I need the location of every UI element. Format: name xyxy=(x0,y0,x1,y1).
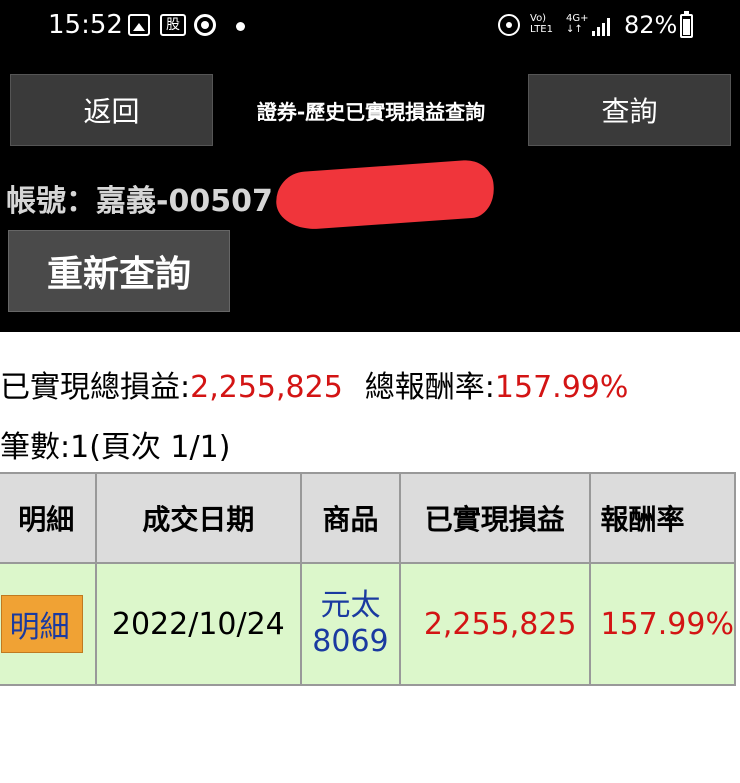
results-table: 明細 成交日期 商品 已實現損益 報酬率 明細 2022/10/24 元太 80… xyxy=(0,472,736,686)
col-header-date: 成交日期 xyxy=(94,472,303,564)
account-value: 嘉義-00507 xyxy=(96,184,273,219)
page-title: 證券-歷史已實現損益查詢 xyxy=(256,99,486,124)
table-header-row: 明細 成交日期 商品 已實現損益 報酬率 xyxy=(0,472,736,564)
network-type: 4G+ xyxy=(566,13,589,24)
cell-return: 157.99% xyxy=(588,562,736,686)
data-arrows: ↓↑ xyxy=(566,24,583,35)
total-return-value: 157.99% xyxy=(494,370,629,405)
battery-icon xyxy=(680,11,693,38)
record-count: 筆數:1(頁次 1/1) xyxy=(0,430,231,465)
stock-app-icon: 股 xyxy=(160,14,186,36)
col-header-detail: 明細 xyxy=(0,472,97,564)
back-button[interactable]: 返回 xyxy=(10,74,213,146)
total-return-label: 總報酬率: xyxy=(364,370,495,405)
chrome-icon xyxy=(194,14,216,36)
requery-button[interactable]: 重新查詢 xyxy=(8,230,230,312)
signal-icon xyxy=(592,16,614,36)
account-label: 帳號： xyxy=(6,184,96,219)
realized-total-label: 已實現總損益: xyxy=(0,370,191,405)
col-header-realized: 已實現損益 xyxy=(398,472,591,564)
volte-indicator: Vo) LTE1 xyxy=(530,13,553,35)
notification-dot-icon xyxy=(236,22,245,31)
status-bar: 15:52 股 Vo) LTE1 4G+ ↓↑ 82% xyxy=(0,0,740,54)
network-indicator: 4G+ ↓↑ xyxy=(566,13,589,35)
volte-line2: LTE1 xyxy=(530,24,553,35)
cell-date: 2022/10/24 xyxy=(94,562,303,686)
hotspot-icon xyxy=(498,14,520,36)
battery-percent: 82% xyxy=(624,11,678,39)
cell-product[interactable]: 元太 8069 xyxy=(300,562,401,686)
query-button[interactable]: 查詢 xyxy=(528,74,731,146)
table-row: 明細 2022/10/24 元太 8069 2,255,825 157.99% xyxy=(0,562,736,686)
account-line: 帳號：嘉義-00507 xyxy=(6,176,273,220)
cell-realized: 2,255,825 xyxy=(398,562,591,686)
product-name-link[interactable]: 元太 xyxy=(303,588,398,624)
redaction-mark xyxy=(274,158,496,232)
col-header-product: 商品 xyxy=(300,472,401,564)
cell-detail: 明細 xyxy=(0,562,97,686)
product-code-link[interactable]: 8069 xyxy=(303,624,398,660)
status-time: 15:52 xyxy=(48,10,123,40)
volte-line1: Vo) xyxy=(530,13,547,24)
realized-total-value: 2,255,825 xyxy=(190,370,343,405)
photo-icon xyxy=(128,14,150,36)
detail-button[interactable]: 明細 xyxy=(0,595,83,653)
summary-line: 已實現總損益:2,255,825 總報酬率:157.99% xyxy=(0,362,628,406)
col-header-return: 報酬率 xyxy=(588,472,736,564)
app-header: 返回 證券-歷史已實現損益查詢 查詢 帳號：嘉義-00507 重新查詢 xyxy=(0,54,740,332)
